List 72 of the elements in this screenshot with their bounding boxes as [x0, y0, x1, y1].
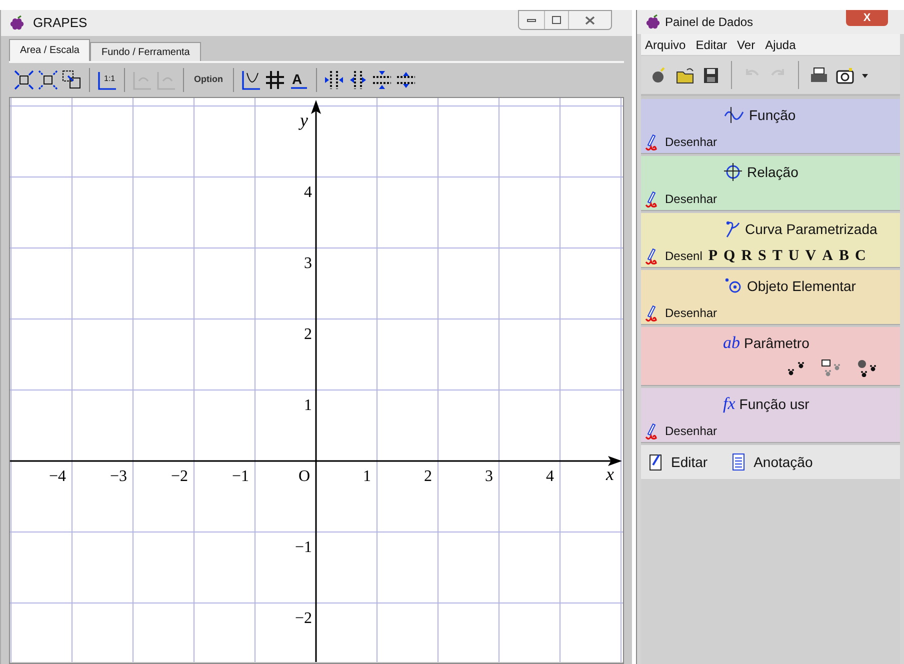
point-letter[interactable]: S	[758, 244, 766, 268]
section-title: Função usr	[739, 394, 810, 414]
tick-label: −4	[48, 468, 66, 485]
tick-label: −2	[294, 610, 312, 627]
shrink-icon[interactable]	[37, 69, 59, 91]
point-letter[interactable]: Q	[724, 244, 736, 268]
point-letter[interactable]: V	[805, 244, 816, 268]
window-title: Painel de Dados	[665, 14, 754, 31]
horizontal-arrows-icon[interactable]	[323, 69, 345, 91]
section-title: Parâmetro	[744, 334, 810, 352]
printer-icon[interactable]	[809, 65, 829, 85]
point-letter[interactable]: A	[822, 244, 833, 268]
draw-button[interactable]: Desenhar	[665, 304, 718, 322]
point-letter[interactable]: U	[788, 244, 800, 268]
tick-label: 2	[304, 326, 312, 343]
tab[interactable]: Area / Escala	[9, 39, 90, 61]
tab[interactable]: Fundo / Ferramenta	[90, 42, 201, 61]
axis-label: y	[300, 110, 308, 130]
folder-icon[interactable]	[675, 65, 695, 85]
document-icon	[732, 453, 746, 471]
point-letter[interactable]: P	[708, 244, 718, 268]
save-icon[interactable]	[701, 65, 721, 85]
section-title: Objeto Elementar	[747, 276, 856, 296]
tick-label: −1	[232, 468, 249, 485]
camera-icon[interactable]	[835, 65, 855, 85]
point-letter[interactable]: R	[741, 244, 752, 268]
menu-item[interactable]: Arquivo	[645, 36, 686, 54]
app-icon	[645, 14, 661, 30]
zoom-box-icon[interactable]	[61, 69, 83, 91]
option-button[interactable]: Option	[194, 73, 223, 87]
tick-label: −3	[110, 468, 127, 485]
app-icon	[9, 15, 25, 31]
tick-label: 3	[304, 255, 312, 272]
note-button[interactable]: Anotação	[732, 452, 813, 472]
point-letter[interactable]: B	[838, 244, 849, 268]
tick-label: 3	[485, 468, 493, 485]
origin-label: O	[298, 468, 310, 485]
graph-canvas[interactable]: y 4 3 2 1 −4 −3 −2 −1 O 1 2 3 4 x −1 −2	[10, 98, 623, 662]
tick-label: 4	[304, 184, 312, 201]
point-letter[interactable]: C	[854, 244, 866, 268]
edit-icon	[649, 453, 663, 471]
axis-label: x	[606, 464, 614, 484]
tick-label: −1	[294, 539, 312, 556]
point-icon	[723, 277, 743, 295]
section-title: Curva Parametrizada	[745, 220, 878, 238]
grid-icon[interactable]	[264, 69, 286, 91]
tick-label: 1	[363, 468, 371, 485]
circle-icon	[723, 163, 743, 181]
window-title: GRAPES	[33, 14, 88, 32]
menu-item[interactable]: Editar	[696, 36, 728, 54]
close-icon	[585, 16, 595, 24]
section-icon: fx	[723, 391, 736, 417]
curve-icon	[723, 106, 745, 124]
vertical-arrows-icon[interactable]	[371, 69, 393, 91]
tick-label: 1	[304, 397, 312, 414]
draw-button[interactable]: Desenhar	[665, 133, 718, 151]
menu-item[interactable]: Ajuda	[765, 36, 796, 54]
draw-button[interactable]: Desenhar	[665, 422, 718, 440]
section-title: Relação	[747, 162, 798, 182]
expand-icon[interactable]	[13, 69, 35, 91]
edit-button[interactable]: Editar	[649, 452, 708, 472]
section-icon: ab	[723, 330, 740, 356]
draw-button[interactable]: Desenl	[665, 247, 702, 265]
point-letter[interactable]: T	[772, 244, 782, 268]
tick-label: 4	[546, 468, 554, 485]
tick-label: 2	[424, 468, 432, 485]
close-button[interactable]: X	[846, 10, 888, 26]
section-title: Função	[749, 106, 796, 125]
menu-item[interactable]: Ver	[737, 36, 756, 54]
axes-icon[interactable]	[240, 69, 262, 91]
draw-button[interactable]: Desenhar	[665, 190, 718, 208]
tick-label: −2	[170, 468, 188, 485]
